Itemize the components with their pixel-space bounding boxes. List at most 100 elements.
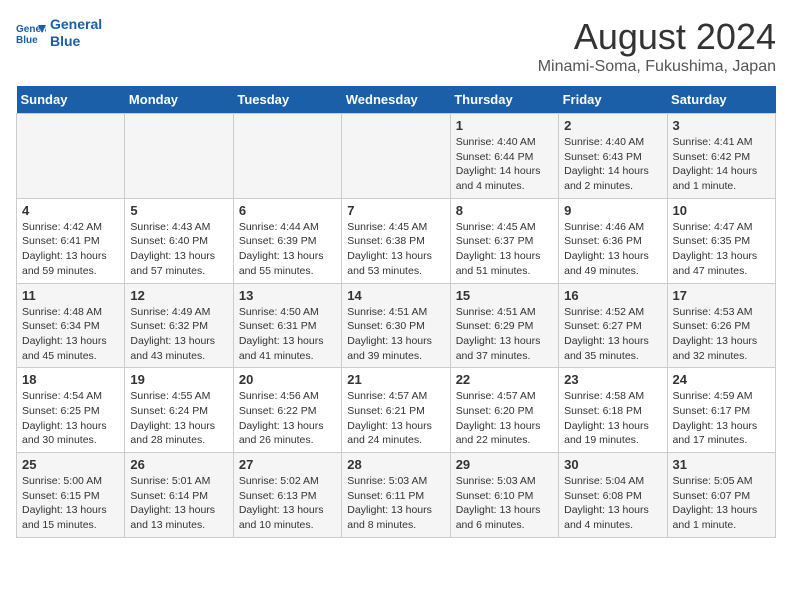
day-info: Sunrise: 4:58 AMSunset: 6:18 PMDaylight:… [564,389,661,448]
day-cell [125,114,233,199]
day-info: Sunrise: 4:40 AMSunset: 6:44 PMDaylight:… [456,135,553,194]
day-info: Sunrise: 4:47 AMSunset: 6:35 PMDaylight:… [673,220,770,279]
day-cell: 26Sunrise: 5:01 AMSunset: 6:14 PMDayligh… [125,453,233,538]
day-cell: 23 Sunrise: 4:58 AMSunset: 6:18 PMDayligh… [559,368,667,453]
day-info: Sunrise: 4:43 AMSunset: 6:40 PMDaylight:… [130,220,227,279]
day-cell: 1 Sunrise: 4:40 AMSunset: 6:44 PMDaylight… [450,114,558,199]
day-number: 4 [22,203,119,218]
day-info: Sunrise: 4:57 AMSunset: 6:21 PMDaylight:… [347,389,444,448]
main-title: August 2024 [538,16,776,58]
day-cell [17,114,125,199]
day-cell: 19 Sunrise: 4:55 AMSunset: 6:24 PMDayligh… [125,368,233,453]
day-info: Sunrise: 4:45 AMSunset: 6:37 PMDaylight:… [456,220,553,279]
day-cell: 8 Sunrise: 4:45 AMSunset: 6:37 PMDaylight… [450,198,558,283]
day-info: Sunrise: 4:51 AMSunset: 6:30 PMDaylight:… [347,305,444,364]
day-number: 25 [22,457,119,472]
logo-line1: General [50,16,102,32]
header-saturday: Saturday [667,86,775,114]
header: General Blue General Blue August 2024 Mi… [16,16,776,76]
day-info: Sunrise: 4:55 AMSunset: 6:24 PMDaylight:… [130,389,227,448]
day-cell: 2Sunrise: 4:40 AMSunset: 6:43 PMDaylight… [559,114,667,199]
logo-icon: General Blue [16,21,46,45]
day-info: Sunrise: 4:44 AMSunset: 6:39 PMDaylight:… [239,220,336,279]
day-number: 21 [347,372,444,387]
day-cell: 3Sunrise: 4:41 AMSunset: 6:42 PMDaylight… [667,114,775,199]
day-info: Sunrise: 4:54 AMSunset: 6:25 PMDaylight:… [22,389,119,448]
day-number: 20 [239,372,336,387]
day-number: 10 [673,203,770,218]
day-cell: 14 Sunrise: 4:51 AMSunset: 6:30 PMDayligh… [342,283,450,368]
day-number: 6 [239,203,336,218]
day-info: Sunrise: 4:50 AMSunset: 6:31 PMDaylight:… [239,305,336,364]
day-cell: 10 Sunrise: 4:47 AMSunset: 6:35 PMDayligh… [667,198,775,283]
header-tuesday: Tuesday [233,86,341,114]
day-cell: 4Sunrise: 4:42 AMSunset: 6:41 PMDaylight… [17,198,125,283]
day-info: Sunrise: 4:56 AMSunset: 6:22 PMDaylight:… [239,389,336,448]
day-cell: 17Sunrise: 4:53 AMSunset: 6:26 PMDayligh… [667,283,775,368]
logo: General Blue General Blue [16,16,102,50]
header-wednesday: Wednesday [342,86,450,114]
week-row-2: 4Sunrise: 4:42 AMSunset: 6:41 PMDaylight… [17,198,776,283]
calendar-body: 1 Sunrise: 4:40 AMSunset: 6:44 PMDaylight… [17,114,776,538]
day-number: 17 [673,288,770,303]
day-info: Sunrise: 5:05 AMSunset: 6:07 PMDaylight:… [673,474,770,533]
day-number: 1 [456,118,553,133]
day-cell: 22 Sunrise: 4:57 AMSunset: 6:20 PMDayligh… [450,368,558,453]
day-info: Sunrise: 4:46 AMSunset: 6:36 PMDaylight:… [564,220,661,279]
day-number: 15 [456,288,553,303]
day-number: 13 [239,288,336,303]
day-info: Sunrise: 4:49 AMSunset: 6:32 PMDaylight:… [130,305,227,364]
day-number: 29 [456,457,553,472]
day-cell: 29 Sunrise: 5:03 AMSunset: 6:10 PMDayligh… [450,453,558,538]
header-thursday: Thursday [450,86,558,114]
week-row-1: 1 Sunrise: 4:40 AMSunset: 6:44 PMDaylight… [17,114,776,199]
day-cell: 27 Sunrise: 5:02 AMSunset: 6:13 PMDayligh… [233,453,341,538]
logo-line2: Blue [50,33,80,49]
week-row-4: 18 Sunrise: 4:54 AMSunset: 6:25 PMDayligh… [17,368,776,453]
header-sunday: Sunday [17,86,125,114]
day-info: Sunrise: 4:45 AMSunset: 6:38 PMDaylight:… [347,220,444,279]
day-info: Sunrise: 4:41 AMSunset: 6:42 PMDaylight:… [673,135,770,194]
day-cell: 28 Sunrise: 5:03 AMSunset: 6:11 PMDayligh… [342,453,450,538]
day-info: Sunrise: 4:57 AMSunset: 6:20 PMDaylight:… [456,389,553,448]
day-number: 12 [130,288,227,303]
day-number: 8 [456,203,553,218]
day-cell: 6 Sunrise: 4:44 AMSunset: 6:39 PMDaylight… [233,198,341,283]
title-area: August 2024 Minami-Soma, Fukushima, Japa… [538,16,776,76]
day-cell: 21 Sunrise: 4:57 AMSunset: 6:21 PMDayligh… [342,368,450,453]
day-number: 18 [22,372,119,387]
day-info: Sunrise: 5:04 AMSunset: 6:08 PMDaylight:… [564,474,661,533]
day-number: 5 [130,203,227,218]
day-cell: 5 Sunrise: 4:43 AMSunset: 6:40 PMDaylight… [125,198,233,283]
week-row-5: 25 Sunrise: 5:00 AMSunset: 6:15 PMDayligh… [17,453,776,538]
day-cell: 15Sunrise: 4:51 AMSunset: 6:29 PMDayligh… [450,283,558,368]
day-cell: 9 Sunrise: 4:46 AMSunset: 6:36 PMDaylight… [559,198,667,283]
day-info: Sunrise: 5:03 AMSunset: 6:11 PMDaylight:… [347,474,444,533]
day-info: Sunrise: 4:59 AMSunset: 6:17 PMDaylight:… [673,389,770,448]
day-number: 14 [347,288,444,303]
day-number: 11 [22,288,119,303]
day-info: Sunrise: 5:03 AMSunset: 6:10 PMDaylight:… [456,474,553,533]
day-number: 7 [347,203,444,218]
day-cell: 18 Sunrise: 4:54 AMSunset: 6:25 PMDayligh… [17,368,125,453]
day-number: 9 [564,203,661,218]
day-cell: 31 Sunrise: 5:05 AMSunset: 6:07 PMDayligh… [667,453,775,538]
day-info: Sunrise: 5:00 AMSunset: 6:15 PMDaylight:… [22,474,119,533]
day-number: 28 [347,457,444,472]
svg-text:Blue: Blue [16,35,38,45]
day-cell: 25 Sunrise: 5:00 AMSunset: 6:15 PMDayligh… [17,453,125,538]
header-friday: Friday [559,86,667,114]
day-number: 19 [130,372,227,387]
day-number: 31 [673,457,770,472]
day-number: 22 [456,372,553,387]
day-info: Sunrise: 5:02 AMSunset: 6:13 PMDaylight:… [239,474,336,533]
day-cell: 7 Sunrise: 4:45 AMSunset: 6:38 PMDaylight… [342,198,450,283]
day-cell: 11Sunrise: 4:48 AMSunset: 6:34 PMDayligh… [17,283,125,368]
calendar-header-row: SundayMondayTuesdayWednesdayThursdayFrid… [17,86,776,114]
week-row-3: 11Sunrise: 4:48 AMSunset: 6:34 PMDayligh… [17,283,776,368]
day-number: 27 [239,457,336,472]
day-number: 30 [564,457,661,472]
day-info: Sunrise: 5:01 AMSunset: 6:14 PMDaylight:… [130,474,227,533]
day-cell [233,114,341,199]
day-number: 23 [564,372,661,387]
